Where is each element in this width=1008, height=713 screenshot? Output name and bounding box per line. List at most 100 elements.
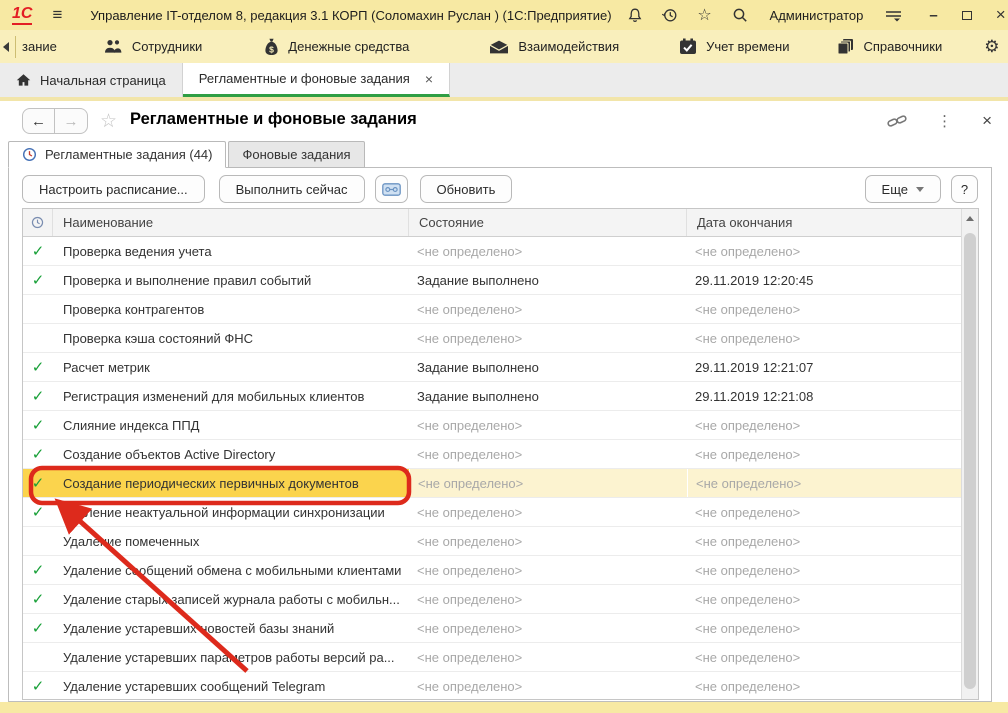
home-icon <box>16 73 31 87</box>
back-button[interactable]: ← <box>22 108 55 134</box>
status-column-header[interactable] <box>23 209 53 236</box>
star-icon[interactable]: ☆ <box>696 6 714 24</box>
tab-scheduled[interactable]: Регламентные задания (44) <box>8 141 226 168</box>
toolbar: Настроить расписание... Выполнить сейчас… <box>22 174 978 204</box>
job-name: Удаление устаревших новостей базы знаний <box>53 614 409 642</box>
job-state: Задание выполнено <box>409 382 687 410</box>
people-icon <box>103 39 123 54</box>
more-menu-icon[interactable]: ⋮ <box>937 112 952 130</box>
window-tab-bar: Начальная страница Регламентные и фоновы… <box>0 63 1008 97</box>
job-state: <не определено> <box>409 411 687 439</box>
search-icon[interactable] <box>731 6 749 24</box>
table-row[interactable]: ✓Удаление старых записей журнала работы … <box>23 585 961 614</box>
table-row[interactable]: ✓Удаление сообщений обмена с мобильными … <box>23 556 961 585</box>
refresh-button[interactable]: Обновить <box>420 175 513 203</box>
tab-close-icon[interactable]: × <box>425 71 433 87</box>
service-menu-icon[interactable] <box>884 6 902 24</box>
check-icon: ✓ <box>23 469 53 497</box>
table-row[interactable]: Удаление помеченных<не определено><не оп… <box>23 527 961 556</box>
table-row[interactable]: ✓Удаление неактуальной информации синхро… <box>23 498 961 527</box>
event-log-button[interactable] <box>375 175 408 203</box>
scrollbar-thumb[interactable] <box>964 233 976 689</box>
job-end-date: <не определено> <box>687 614 963 642</box>
job-state: <не определено> <box>409 324 687 352</box>
configure-schedule-button[interactable]: Настроить расписание... <box>22 175 205 203</box>
table-row[interactable]: ✓Удаление устаревших новостей базы знани… <box>23 614 961 643</box>
table-header: Наименование Состояние Дата окончания <box>23 209 978 237</box>
scroll-up-icon[interactable] <box>962 209 978 227</box>
nav-divider <box>15 36 16 58</box>
link-icon[interactable] <box>887 113 907 129</box>
sidebar-item-time-tracking[interactable]: Учет времени <box>679 38 789 55</box>
section-nav: зание Сотрудники $ Денежные средства Вза… <box>0 30 1008 63</box>
window-close-button[interactable]: × <box>982 111 992 131</box>
column-header-state[interactable]: Состояние <box>409 209 687 236</box>
table-row[interactable]: ✓Создание объектов Active Directory<не о… <box>23 440 961 469</box>
job-state: <не определено> <box>409 556 687 584</box>
job-state: <не определено> <box>409 469 687 497</box>
forward-button[interactable]: → <box>55 108 88 134</box>
table-row[interactable]: ✓Проверка и выполнение правил событийЗад… <box>23 266 961 295</box>
sidebar-item-interactions[interactable]: Взаимодействия <box>489 39 619 54</box>
check-icon: ✓ <box>23 498 53 526</box>
check-icon: ✓ <box>23 382 53 410</box>
table-row[interactable]: ✓Регистрация изменений для мобильных кли… <box>23 382 961 411</box>
job-name: Удаление старых записей журнала работы с… <box>53 585 409 613</box>
column-header-date[interactable]: Дата окончания <box>687 209 961 236</box>
close-app-button[interactable]: × <box>996 5 1006 25</box>
empty-status-icon <box>23 527 53 555</box>
maximize-button[interactable] <box>962 11 972 20</box>
job-end-date: <не определено> <box>687 237 963 265</box>
job-state: <не определено> <box>409 295 687 323</box>
tab-scheduled-jobs[interactable]: Регламентные и фоновые задания × <box>183 63 450 97</box>
check-icon: ✓ <box>23 237 53 265</box>
sidebar-item-partial[interactable]: зание <box>22 39 57 54</box>
application-window: 1С ≡ Управление IT-отделом 8, редакция 3… <box>0 0 1008 713</box>
favorite-star-icon[interactable]: ☆ <box>100 110 117 133</box>
job-state: <не определено> <box>409 614 687 642</box>
job-state: <не определено> <box>409 643 687 671</box>
tab-label: Регламентные и фоновые задания <box>199 71 410 86</box>
current-user[interactable]: Администратор <box>770 8 864 23</box>
job-end-date: 29.11.2019 12:21:07 <box>687 353 963 381</box>
check-icon: ✓ <box>23 266 53 294</box>
nav-scroll-left-icon[interactable] <box>3 42 9 52</box>
table-row[interactable]: ✓Создание периодических первичных докуме… <box>23 469 961 498</box>
tab-home[interactable]: Начальная страница <box>0 63 183 97</box>
bell-icon[interactable] <box>626 6 644 24</box>
history-icon[interactable] <box>661 6 679 24</box>
job-state: Задание выполнено <box>409 353 687 381</box>
job-name: Создание периодических первичных докумен… <box>53 469 409 497</box>
job-name: Удаление устаревших сообщений Telegram <box>53 672 409 700</box>
sidebar-item-employees[interactable]: Сотрудники <box>103 39 202 54</box>
more-button[interactable]: Еще <box>865 175 941 203</box>
column-header-name[interactable]: Наименование <box>53 209 409 236</box>
table-row[interactable]: ✓Проверка ведения учета<не определено><н… <box>23 237 961 266</box>
table-row[interactable]: ✓Удаление устаревших сообщений Telegram<… <box>23 672 961 700</box>
sidebar-item-administration[interactable]: ⚙ Администрирование <box>984 38 1008 55</box>
job-state: Задание выполнено <box>409 266 687 294</box>
page-header: ← → ☆ Регламентные и фоновые задания ⋮ × <box>0 101 1008 141</box>
sidebar-item-catalogs[interactable]: Справочники <box>837 38 942 55</box>
vertical-scrollbar[interactable] <box>961 209 978 699</box>
nav-label: Взаимодействия <box>518 39 619 54</box>
empty-status-icon <box>23 295 53 323</box>
table-row[interactable]: Удаление устаревших параметров работы ве… <box>23 643 961 672</box>
table-row[interactable]: Проверка кэша состояний ФНС<не определен… <box>23 324 961 353</box>
job-end-date: <не определено> <box>687 324 963 352</box>
table-row[interactable]: Проверка контрагентов<не определено><не … <box>23 295 961 324</box>
job-state: <не определено> <box>409 440 687 468</box>
check-icon: ✓ <box>23 353 53 381</box>
table-row[interactable]: ✓Расчет метрикЗадание выполнено29.11.201… <box>23 353 961 382</box>
nav-label: Сотрудники <box>132 39 202 54</box>
tab-background[interactable]: Фоновые задания <box>228 141 364 168</box>
help-button[interactable]: ? <box>951 175 978 203</box>
run-now-button[interactable]: Выполнить сейчас <box>219 175 365 203</box>
sidebar-item-money[interactable]: $ Денежные средства <box>264 38 409 56</box>
job-name: Удаление помеченных <box>53 527 409 555</box>
minimize-button[interactable]: – <box>929 7 937 24</box>
table-row[interactable]: ✓Слияние индекса ППД<не определено><не о… <box>23 411 961 440</box>
job-end-date: <не определено> <box>687 672 963 700</box>
envelope-icon <box>489 40 509 54</box>
hamburger-icon[interactable]: ≡ <box>52 6 62 24</box>
